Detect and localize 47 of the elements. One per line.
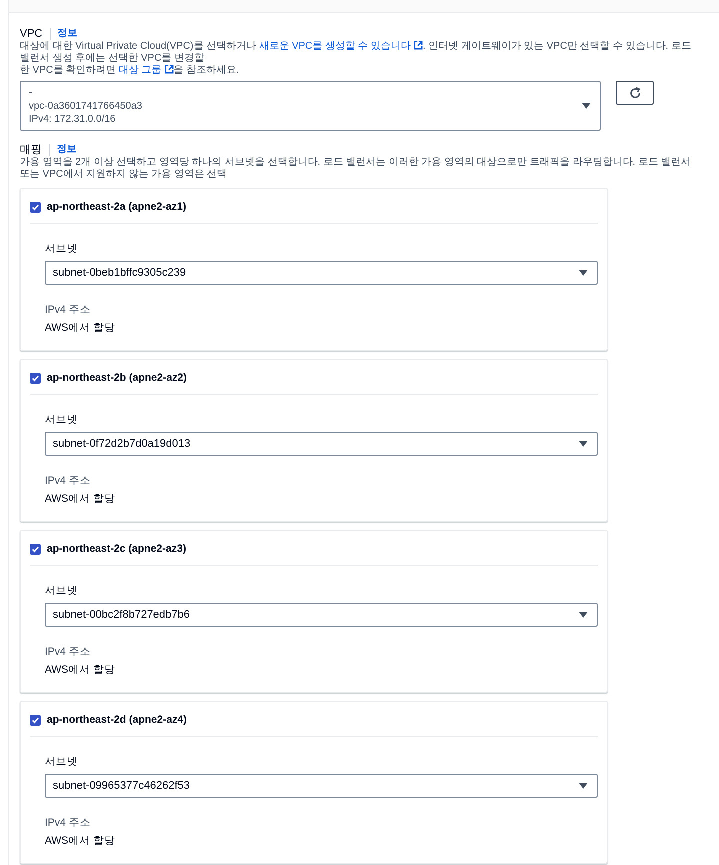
field-label: IPv4 주소 (45, 303, 91, 317)
mapping-description: 가용 영역을 2개 이상 선택하고 영역당 하나의 서브넷을 선택합니다. 로드 밸런서는 이러한 가용 영역의 대상으로만 트래픽을 라우팅합니다. 로드 밸런서 또는 VPC에서 지원하지 않는 가용 영역은 선택 (20, 157, 692, 181)
field-label: 서브넷 (45, 242, 78, 256)
vpc-id: vpc-0a3601741766450a3 (29, 100, 142, 113)
caret-icon (579, 270, 588, 276)
zone-name: ap-northeast-2b (apne2-az2) (47, 371, 188, 385)
zone-name: ap-northeast-2a (apne2-az1) (47, 200, 186, 214)
subnet-select[interactable]: subnet-0beb1bffc9305c239 (45, 261, 598, 285)
refresh-button[interactable] (616, 81, 654, 105)
field-label: 서브넷 (45, 755, 78, 769)
vpc-cidr: IPv4: 172.31.0.0/16 (29, 113, 116, 126)
subnet-select[interactable]: subnet-0f72d2b7d0a19d013 (45, 432, 598, 456)
caret-icon (579, 441, 588, 447)
vpc-description: 대상에 대한 Virtual Private Cloud(VPC)를 선택하거나 새로운 VPC를 생성할 수 있습니다 . 인터넷 게이트웨이가 있는 VPC만 선택할 수 있습니다. 로드 밸런서 생성 후에는 선택한 VPC를 변경할 한 VPC를 확인하려면 대상 그룹 을 참조하세요. (20, 41, 692, 77)
checkbox[interactable] (30, 202, 41, 212)
field-label: IPv4 주소 (45, 645, 91, 659)
zone-name: ap-northeast-2d (apne2-az4) (47, 713, 188, 727)
caret-icon (579, 612, 588, 618)
check-icon (31, 202, 40, 212)
field-value: AWS에서 할당 (45, 321, 116, 335)
field-label: IPv4 주소 (45, 474, 91, 488)
checkbox[interactable] (30, 714, 41, 726)
field-value: AWS에서 할당 (45, 663, 116, 677)
field-value: AWS에서 할당 (45, 834, 116, 848)
zone-name: ap-northeast-2c (apne2-az3) (47, 542, 186, 556)
check-icon (31, 716, 40, 724)
inline-link[interactable]: 새로운 VPC를 생성할 수 있습니다 (259, 41, 423, 52)
caret-icon (579, 783, 588, 789)
subnet-select[interactable]: subnet-00bc2f8b727edb7b6 (45, 603, 598, 627)
field-value: AWS에서 할당 (45, 492, 116, 506)
subnet-select[interactable]: subnet-09965377c46262f53 (45, 774, 598, 798)
field-label: 서브넷 (45, 584, 78, 598)
field-label: 서브넷 (45, 413, 78, 427)
refresh-icon (628, 86, 642, 100)
info-link[interactable]: 정보 (57, 143, 77, 157)
checkbox[interactable] (30, 372, 41, 384)
field-label: 매핑 (20, 143, 42, 157)
checkbox[interactable] (30, 544, 41, 554)
vpc-select[interactable]: - vpc-0a3601741766450a3 IPv4: 172.31.0.0/16 (20, 81, 601, 131)
check-icon (31, 374, 40, 382)
field-label: VPC (20, 27, 43, 41)
caret-icon (582, 103, 591, 109)
info-link[interactable]: 정보 (58, 27, 78, 41)
check-icon (31, 544, 40, 554)
inline-link[interactable]: 대상 그룹 (118, 65, 174, 76)
vpc-name: - (29, 86, 33, 100)
field-label: IPv4 주소 (45, 816, 91, 830)
